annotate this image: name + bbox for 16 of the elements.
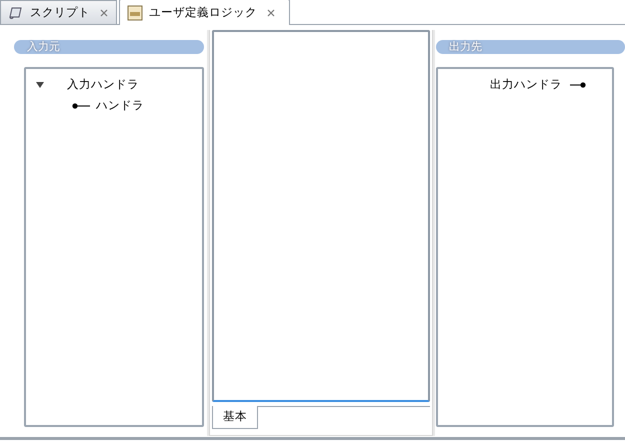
editor-tab[interactable]: ユーザ定義ロジック: [119, 0, 290, 25]
connector-icon: [72, 102, 90, 108]
panel-title: 出力先: [436, 40, 625, 54]
connector-icon: [570, 82, 586, 88]
view-tab[interactable]: 基本: [212, 406, 258, 429]
logic-editor[interactable]: [212, 30, 430, 402]
panel-title: 入力元: [14, 40, 204, 54]
output-item[interactable]: 出力ハンドラ: [490, 77, 562, 92]
editor-tab[interactable]: スクリプト: [0, 0, 117, 24]
collapse-arrow-icon[interactable]: [36, 80, 44, 88]
document-icon: [127, 4, 143, 20]
close-icon[interactable]: [100, 8, 108, 16]
tree-item[interactable]: 入力ハンドラ: [67, 77, 139, 92]
close-icon[interactable]: [267, 8, 275, 16]
tree-item[interactable]: ハンドラ: [96, 98, 144, 113]
scroll-icon: [8, 4, 24, 20]
